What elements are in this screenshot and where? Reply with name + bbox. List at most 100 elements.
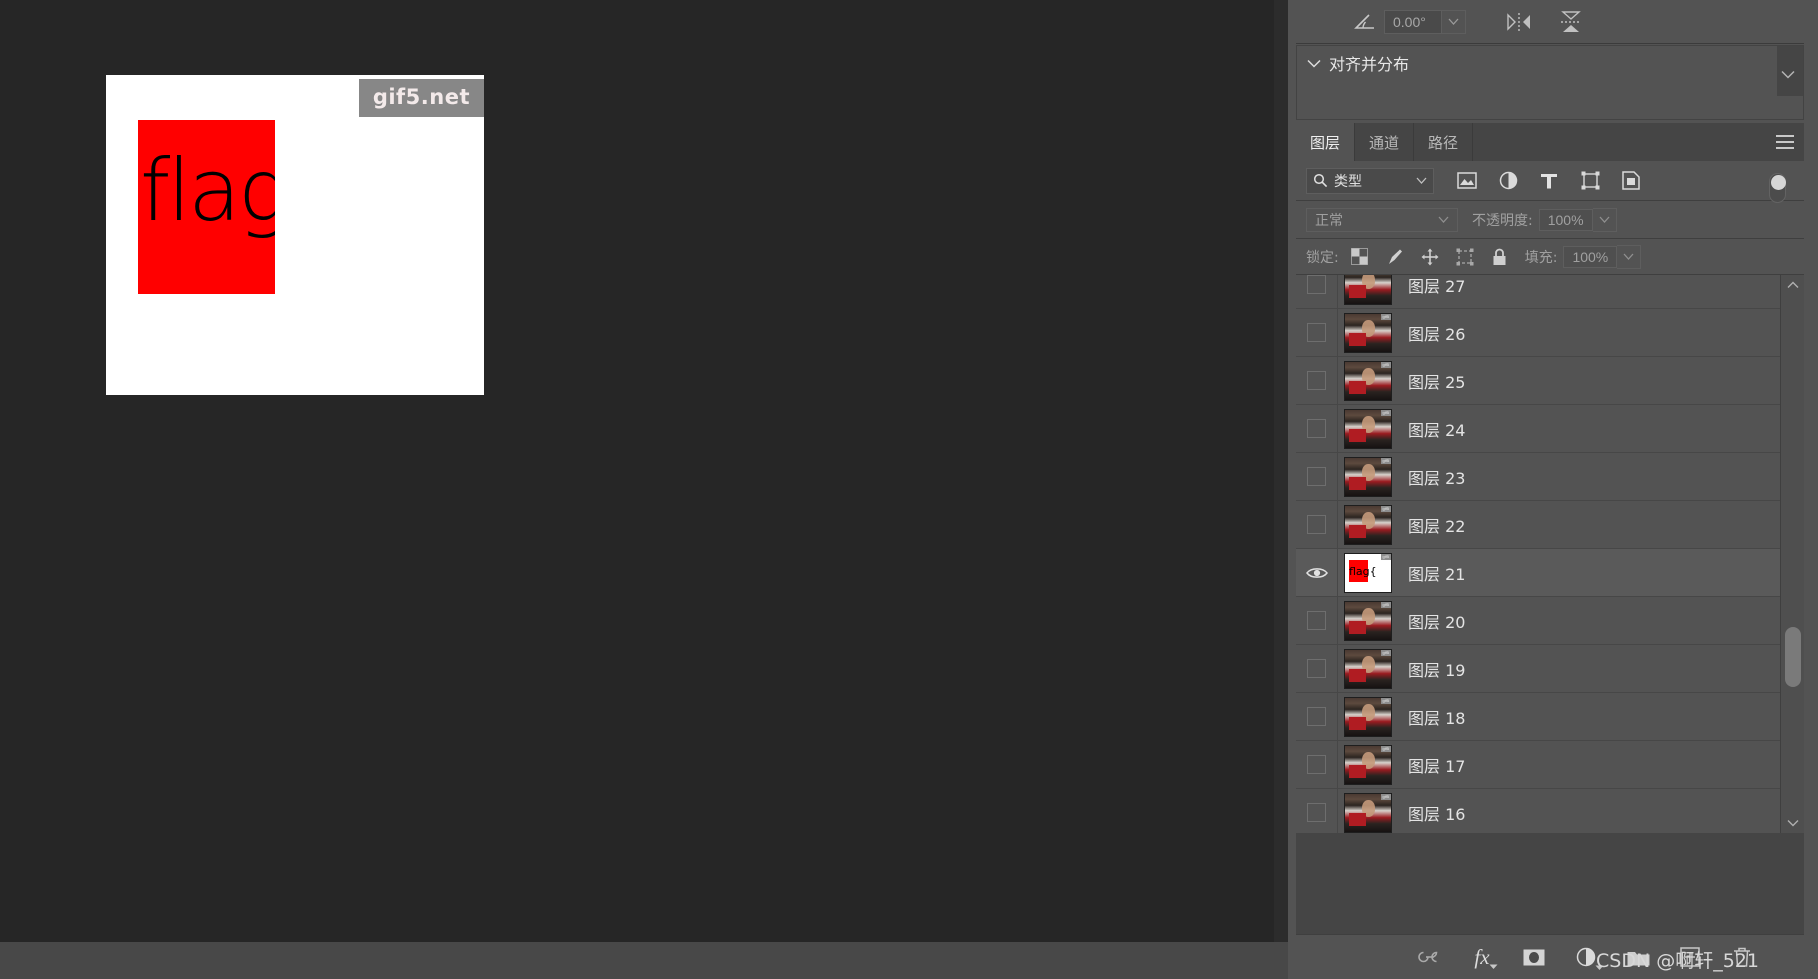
layer-visibility-checkbox[interactable] bbox=[1307, 659, 1326, 678]
layer-visibility-toggle[interactable] bbox=[1296, 275, 1338, 308]
layer-visibility-checkbox[interactable] bbox=[1307, 275, 1326, 294]
canvas-horizontal-scrollbar[interactable] bbox=[0, 942, 1274, 979]
layer-row[interactable]: gif5 图层 22 bbox=[1296, 501, 1780, 549]
layer-thumbnail[interactable]: gif5 bbox=[1344, 408, 1392, 449]
layer-thumbnail[interactable]: gif5 bbox=[1344, 275, 1392, 305]
angle-stepper-chevron[interactable] bbox=[1442, 9, 1466, 34]
layer-style-fx-icon[interactable]: fx bbox=[1470, 945, 1498, 969]
tab-layers[interactable]: 图层 bbox=[1296, 123, 1356, 161]
opacity-stepper-chevron[interactable] bbox=[1592, 207, 1617, 232]
shape-layer-icon[interactable] bbox=[1579, 170, 1601, 192]
canvas-vertical-scrollbar[interactable] bbox=[1274, 0, 1288, 942]
layer-visibility-checkbox[interactable] bbox=[1307, 515, 1326, 534]
layer-row[interactable]: gif5 图层 18 bbox=[1296, 693, 1780, 741]
layer-thumbnail[interactable]: flag{gif5 bbox=[1344, 552, 1392, 593]
layer-thumbnail-photo: gif5 bbox=[1345, 457, 1391, 496]
align-collapse-chevron-icon[interactable] bbox=[1781, 70, 1795, 79]
layer-thumbnail[interactable]: gif5 bbox=[1344, 744, 1392, 785]
layer-visibility-toggle[interactable] bbox=[1296, 501, 1338, 548]
layer-visibility-toggle[interactable] bbox=[1296, 741, 1338, 788]
layer-visibility-checkbox[interactable] bbox=[1307, 707, 1326, 726]
type-layer-icon[interactable] bbox=[1538, 170, 1560, 192]
layer-row[interactable]: gif5 图层 25 bbox=[1296, 357, 1780, 405]
lock-position-icon[interactable] bbox=[1419, 246, 1441, 268]
layer-thumbnail[interactable]: gif5 bbox=[1344, 792, 1392, 833]
add-layer-mask-icon[interactable] bbox=[1522, 945, 1546, 969]
layer-visibility-toggle[interactable] bbox=[1296, 309, 1338, 356]
smart-object-icon[interactable] bbox=[1620, 170, 1642, 192]
layer-visibility-eye-icon[interactable] bbox=[1296, 549, 1338, 596]
chevron-down-icon[interactable] bbox=[1787, 819, 1799, 827]
fill-stepper-chevron[interactable] bbox=[1617, 244, 1642, 269]
layer-visibility-checkbox[interactable] bbox=[1307, 611, 1326, 630]
layer-visibility-toggle[interactable] bbox=[1296, 453, 1338, 500]
layers-bottom-icon-group: fx bbox=[1418, 945, 1754, 970]
layer-visibility-toggle[interactable] bbox=[1296, 693, 1338, 740]
flip-controls bbox=[1506, 10, 1584, 34]
layer-visibility-toggle[interactable] bbox=[1296, 789, 1338, 833]
flip-vertical-icon[interactable] bbox=[1558, 10, 1584, 34]
new-group-icon[interactable] bbox=[1626, 945, 1650, 969]
new-adjustment-layer-icon[interactable] bbox=[1574, 945, 1604, 970]
layer-visibility-toggle[interactable] bbox=[1296, 357, 1338, 404]
opacity-input[interactable]: 100% bbox=[1538, 208, 1593, 231]
align-panel-header[interactable]: 对齐并分布 bbox=[1297, 46, 1803, 80]
layer-row[interactable]: gif5 图层 20 bbox=[1296, 597, 1780, 645]
layer-row[interactable]: gif5 图层 16 bbox=[1296, 789, 1780, 833]
link-layers-icon[interactable] bbox=[1418, 945, 1442, 969]
angle-input[interactable]: 0.00° bbox=[1384, 9, 1442, 34]
layer-visibility-checkbox[interactable] bbox=[1307, 371, 1326, 390]
chevron-down-icon[interactable] bbox=[1438, 216, 1449, 223]
document-canvas[interactable]: flag{ gif5.net bbox=[106, 75, 484, 395]
layer-visibility-checkbox[interactable] bbox=[1307, 419, 1326, 438]
layer-visibility-checkbox[interactable] bbox=[1307, 467, 1326, 486]
fill-input[interactable]: 100% bbox=[1563, 245, 1618, 268]
layer-list-scrollbar-thumb[interactable] bbox=[1785, 627, 1801, 687]
layer-thumbnail[interactable]: gif5 bbox=[1344, 504, 1392, 545]
chevron-down-icon[interactable] bbox=[1416, 177, 1427, 184]
new-layer-icon[interactable] bbox=[1678, 945, 1702, 969]
chevron-up-icon[interactable] bbox=[1787, 281, 1799, 289]
lock-label: 锁定: bbox=[1306, 249, 1339, 266]
layer-visibility-checkbox[interactable] bbox=[1307, 755, 1326, 774]
lock-transparent-pixels-icon[interactable] bbox=[1349, 246, 1371, 268]
layer-visibility-toggle[interactable] bbox=[1296, 405, 1338, 452]
layer-visibility-checkbox[interactable] bbox=[1307, 323, 1326, 342]
chevron-down-icon[interactable] bbox=[1307, 59, 1321, 68]
delete-layer-icon[interactable] bbox=[1730, 945, 1754, 969]
hamburger-menu-icon[interactable] bbox=[1776, 135, 1794, 149]
layer-row[interactable]: gif5 图层 19 bbox=[1296, 645, 1780, 693]
layer-thumbnail[interactable]: gif5 bbox=[1344, 456, 1392, 497]
layer-row[interactable]: gif5 图层 27 bbox=[1296, 275, 1780, 309]
layer-thumbnail[interactable]: gif5 bbox=[1344, 648, 1392, 689]
layer-visibility-toggle[interactable] bbox=[1296, 645, 1338, 692]
layer-list-scrollbar[interactable] bbox=[1780, 275, 1804, 833]
lock-artboard-icon[interactable] bbox=[1454, 246, 1476, 268]
layer-thumbnail[interactable]: gif5 bbox=[1344, 600, 1392, 641]
layer-thumbnail[interactable]: gif5 bbox=[1344, 360, 1392, 401]
filter-toggle-switch[interactable] bbox=[1769, 173, 1786, 203]
flip-horizontal-icon[interactable] bbox=[1506, 11, 1532, 33]
lock-image-pixels-icon[interactable] bbox=[1384, 246, 1406, 268]
layer-visibility-toggle[interactable] bbox=[1296, 597, 1338, 644]
layer-thumbnail[interactable]: gif5 bbox=[1344, 312, 1392, 353]
photoshop-window: flag{ gif5.net 0.00° bbox=[0, 0, 1818, 979]
tab-channels[interactable]: 通道 bbox=[1355, 123, 1415, 161]
layer-row[interactable]: gif5 图层 24 bbox=[1296, 405, 1780, 453]
layer-row[interactable]: flag{gif5 图层 21 bbox=[1296, 549, 1780, 597]
opacity-label: 不透明度: bbox=[1472, 212, 1533, 229]
canvas-area[interactable]: flag{ gif5.net bbox=[0, 0, 1274, 942]
layer-row[interactable]: gif5 图层 17 bbox=[1296, 741, 1780, 789]
layer-thumbnail[interactable]: gif5 bbox=[1344, 696, 1392, 737]
layer-thumbnail-photo: gif5 bbox=[1345, 649, 1391, 688]
layer-row[interactable]: gif5 图层 26 bbox=[1296, 309, 1780, 357]
lock-all-icon[interactable] bbox=[1489, 246, 1511, 268]
tab-paths[interactable]: 路径 bbox=[1414, 123, 1474, 161]
layer-visibility-checkbox[interactable] bbox=[1307, 803, 1326, 822]
adjustment-layer-icon[interactable] bbox=[1497, 170, 1519, 192]
layer-row[interactable]: gif5 图层 23 bbox=[1296, 453, 1780, 501]
blend-mode-select[interactable]: 正常 bbox=[1306, 207, 1458, 232]
pixel-layer-icon[interactable] bbox=[1456, 170, 1478, 192]
layer-list-viewport[interactable]: gif5图层 27gif5图层 26gif5图层 25gif5图层 24gif5… bbox=[1296, 275, 1804, 833]
filter-kind-select[interactable]: 类型 bbox=[1306, 167, 1434, 194]
